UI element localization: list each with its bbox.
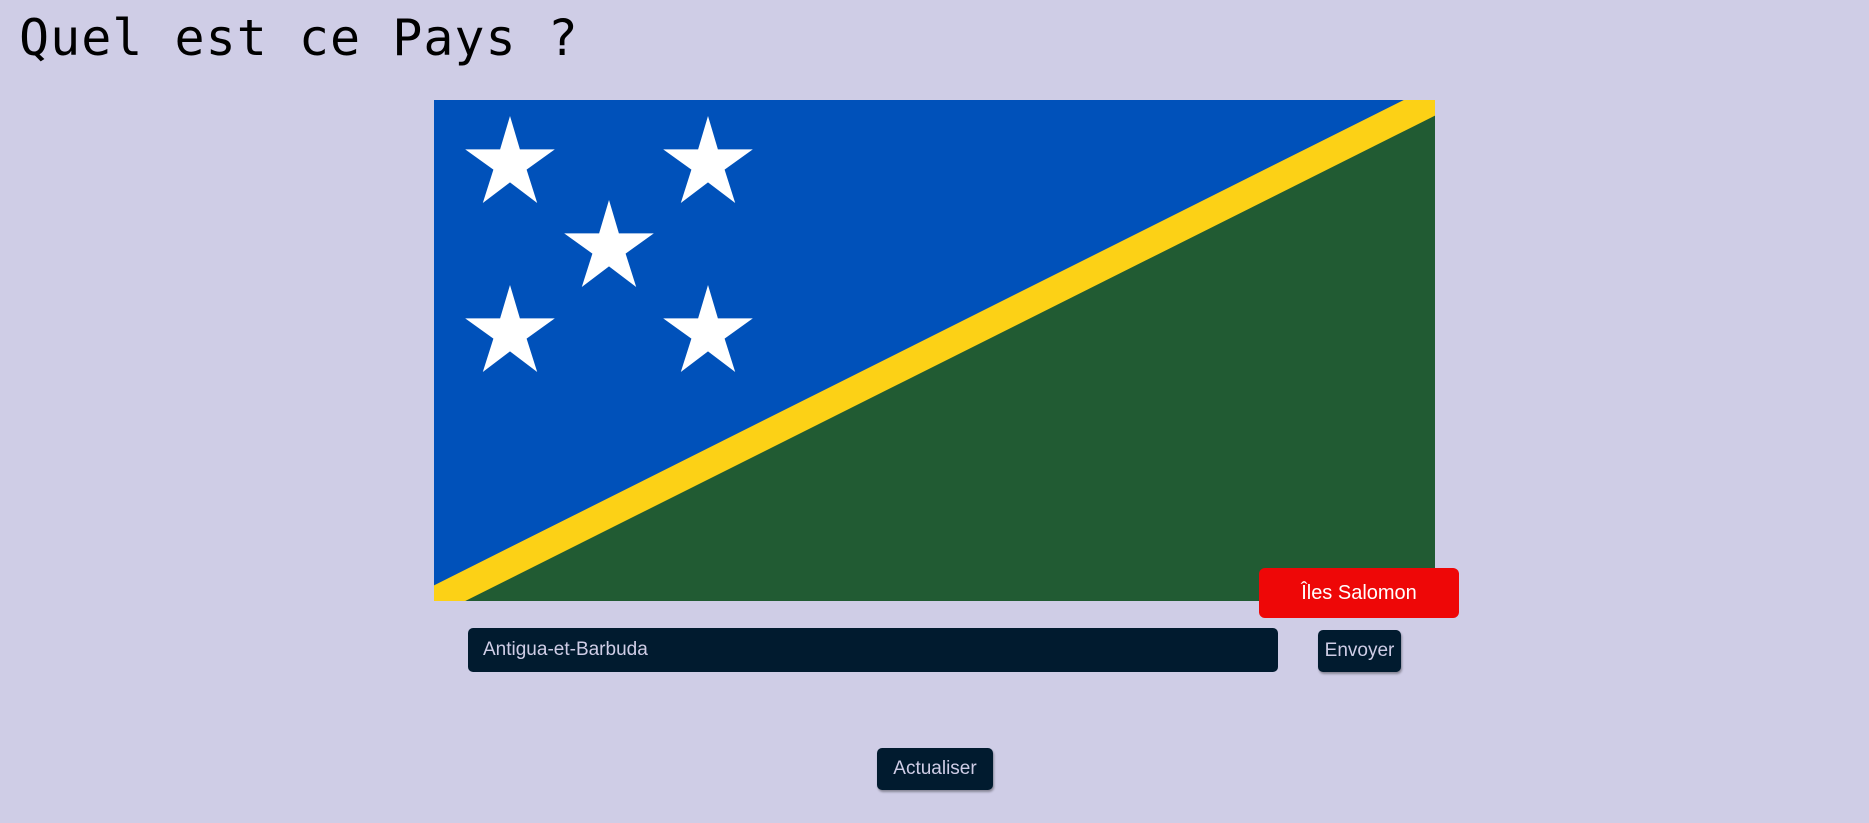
quiz-page: Quel est ce Pays ? Îles Salomon Envoyer …: [0, 0, 1869, 823]
page-title: Quel est ce Pays ?: [19, 9, 579, 67]
submit-button[interactable]: Envoyer: [1318, 630, 1401, 672]
flag-image: [434, 100, 1435, 601]
correct-answer-badge: Îles Salomon: [1259, 568, 1459, 618]
country-guess-input[interactable]: [468, 628, 1278, 672]
refresh-button[interactable]: Actualiser: [877, 748, 993, 790]
